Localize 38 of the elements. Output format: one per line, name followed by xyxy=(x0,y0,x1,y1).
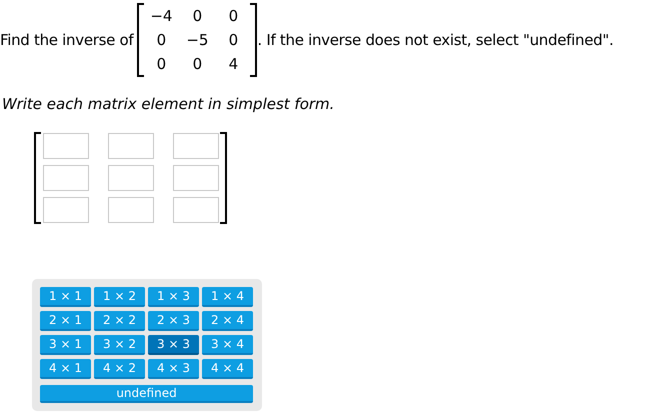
size-button[interactable]: 4 × 3 xyxy=(148,359,199,379)
size-button[interactable]: 4 × 1 xyxy=(40,359,91,379)
size-button[interactable]: 4 × 4 xyxy=(202,359,253,379)
answer-input-field[interactable] xyxy=(173,164,219,190)
answer-input-field[interactable] xyxy=(173,132,219,158)
size-button[interactable]: 1 × 2 xyxy=(94,287,145,307)
size-button[interactable]: 2 × 4 xyxy=(202,311,253,331)
answer-input-field[interactable] xyxy=(43,132,89,158)
size-button[interactable]: 2 × 1 xyxy=(40,311,91,331)
matrix-entry: 0 xyxy=(228,30,240,51)
question-text: . If the inverse does not exist, select "undefined". xyxy=(257,30,614,51)
answer-input-field[interactable] xyxy=(108,196,154,222)
size-button[interactable]: 1 × 1 xyxy=(40,287,91,307)
size-button[interactable]: 3 × 2 xyxy=(94,335,145,355)
size-button[interactable]: 3 × 1 xyxy=(40,335,91,355)
size-button[interactable]: 3 × 4 xyxy=(202,335,253,355)
size-button[interactable]: 2 × 3 xyxy=(148,311,199,331)
matrix-entry: 0 xyxy=(192,6,204,27)
size-button[interactable]: 1 × 3 xyxy=(148,287,199,307)
matrix-entry: 0 xyxy=(228,6,240,27)
instruction-text: Write each matrix element in simplest form. xyxy=(2,94,336,115)
answer-input-field[interactable] xyxy=(43,196,89,222)
matrix-entry: 0 xyxy=(156,30,168,51)
matrix-entry: −4 xyxy=(149,6,174,27)
undefined-button[interactable]: undefined xyxy=(40,385,253,403)
matrix-entry: 0 xyxy=(192,54,204,75)
size-button[interactable]: 4 × 2 xyxy=(94,359,145,379)
answer-input-field[interactable] xyxy=(173,196,219,222)
answer-input-field[interactable] xyxy=(108,164,154,190)
matrix-entry: 0 xyxy=(156,54,168,75)
matrix-entry: 4 xyxy=(228,54,240,75)
size-button[interactable]: 1 × 4 xyxy=(202,287,253,307)
size-button[interactable]: 2 × 2 xyxy=(94,311,145,331)
answer-input-field[interactable] xyxy=(108,132,154,158)
question-text: Find the inverse of xyxy=(0,30,134,51)
size-button[interactable]: 3 × 3 xyxy=(148,335,199,355)
matrix-entry: −5 xyxy=(185,30,210,51)
answer-input-field[interactable] xyxy=(43,164,89,190)
